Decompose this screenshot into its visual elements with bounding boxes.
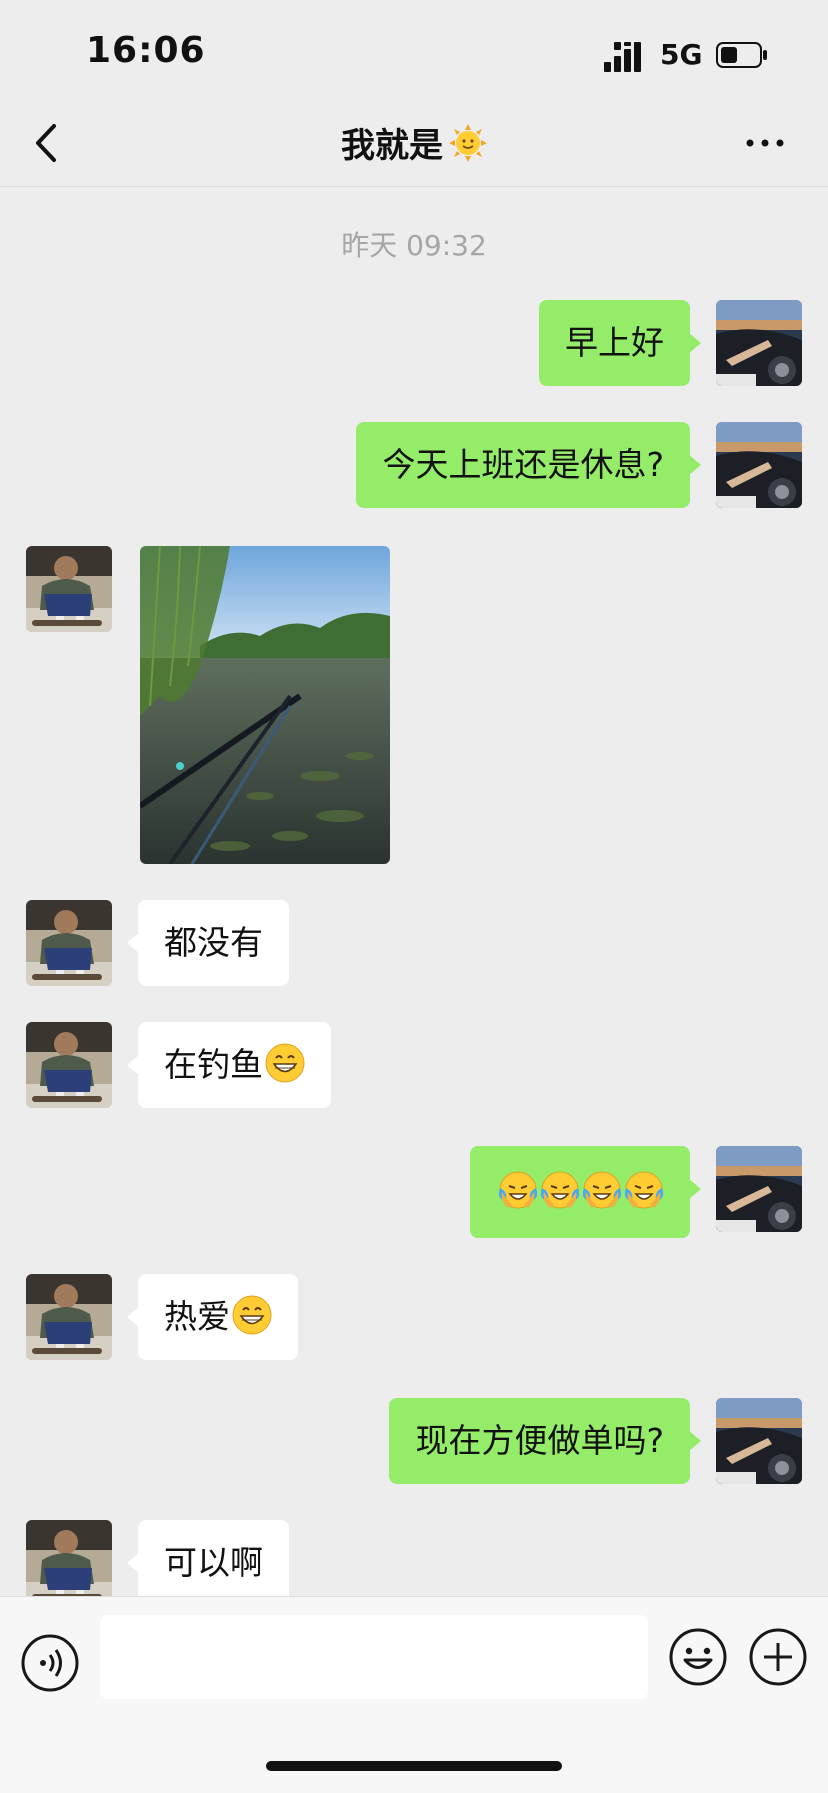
status-time: 16:06	[86, 30, 206, 71]
grinning-face-emoji-icon	[265, 1043, 305, 1083]
fishing-lake-photo[interactable]	[140, 546, 390, 864]
voice-icon[interactable]	[20, 1633, 80, 1693]
contact-avatar[interactable]	[26, 1022, 112, 1108]
grinning-face-emoji-icon	[232, 1295, 272, 1335]
contact-avatar[interactable]	[26, 900, 112, 986]
my-avatar[interactable]	[716, 1146, 802, 1232]
crying-laughing-emoji-icon	[624, 1170, 664, 1210]
message-bubble-sent[interactable]: 现在方便做单吗?	[389, 1398, 701, 1484]
battery-icon	[716, 42, 767, 68]
crying-laughing-emoji-icon	[582, 1170, 622, 1210]
input-bar	[0, 1596, 828, 1793]
message-bubble-received[interactable]: 可以啊	[127, 1520, 289, 1606]
message-bubble-sent[interactable]: 早上好	[539, 300, 701, 386]
chat-title: 我就是	[0, 118, 828, 167]
contact-avatar[interactable]	[26, 1520, 112, 1606]
home-indicator	[266, 1761, 562, 1771]
my-avatar[interactable]	[716, 422, 802, 508]
contact-avatar[interactable]	[26, 1274, 112, 1360]
message-bubble-received[interactable]: 在钓鱼	[127, 1022, 331, 1108]
message-bubble-received[interactable]: 热爱	[127, 1274, 298, 1360]
more-options-icon[interactable]	[742, 128, 788, 158]
signal-icon	[604, 42, 641, 72]
crying-laughing-emoji-icon	[540, 1170, 580, 1210]
my-avatar[interactable]	[716, 1398, 802, 1484]
message-bubble-sent[interactable]: 今天上班还是休息?	[356, 422, 701, 508]
chat-title-text: 我就是	[341, 126, 443, 166]
status-bar: 16:06 5G	[0, 0, 828, 100]
network-label: 5G	[660, 38, 703, 71]
sun-face-emoji-icon	[449, 124, 487, 162]
message-input[interactable]	[100, 1615, 648, 1699]
crying-laughing-emoji-icon	[498, 1170, 538, 1210]
message-text: 在钓鱼	[164, 1045, 263, 1084]
plus-icon[interactable]	[748, 1627, 808, 1687]
my-avatar[interactable]	[716, 300, 802, 386]
message-bubble-sent[interactable]	[470, 1146, 701, 1238]
contact-avatar[interactable]	[26, 546, 112, 632]
message-bubble-received[interactable]: 都没有	[127, 900, 289, 986]
chat-header: 我就是	[0, 100, 828, 187]
message-timestamp: 昨天 09:32	[341, 229, 487, 262]
message-text: 热爱	[164, 1297, 230, 1336]
emoji-icon[interactable]	[668, 1627, 728, 1687]
